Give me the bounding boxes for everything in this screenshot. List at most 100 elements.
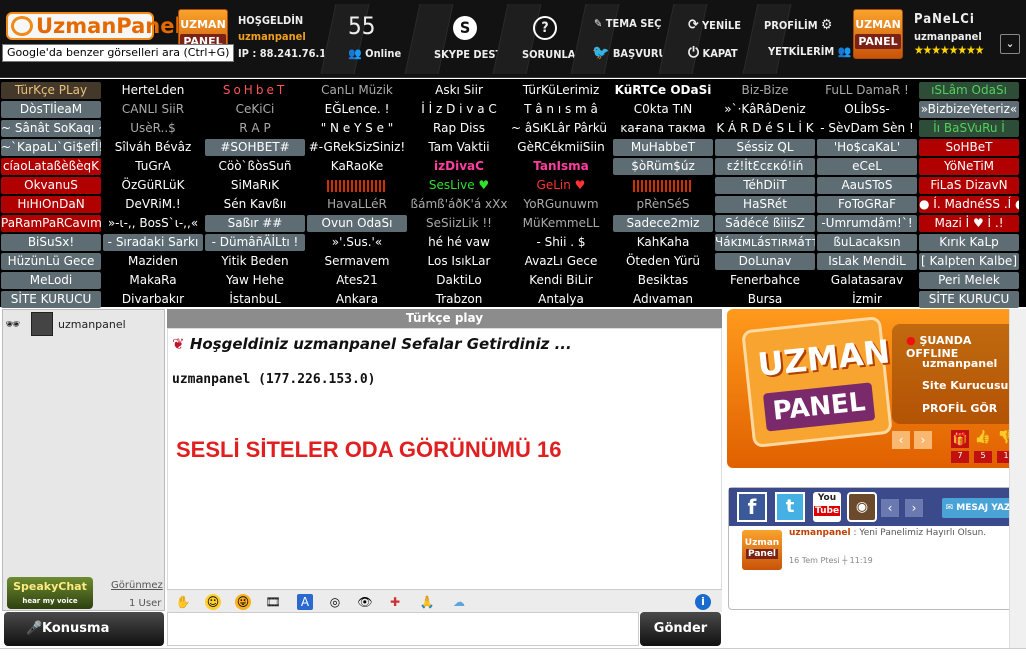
room-button[interactable]: MakaRa [103, 272, 203, 289]
room-button[interactable]: T â n ı s m â [511, 101, 611, 118]
room-button[interactable]: Sádécé ßiiisZ [715, 215, 815, 232]
room-button[interactable]: MuHabbeT [613, 139, 713, 156]
room-button[interactable]: Saßır ## [205, 215, 305, 232]
room-button[interactable]: SoHbeT [205, 82, 305, 99]
room-button[interactable]: CanLı Müzik [307, 82, 407, 99]
permissions-button[interactable]: YETKİLERİM 👥 [768, 45, 851, 58]
promo-user-link[interactable]: uzmanpanel [922, 357, 997, 370]
room-button[interactable]: TéhDiiT [715, 177, 815, 194]
next-arrow-icon[interactable]: › [914, 431, 932, 449]
room-button[interactable]: FiLaS DizavN [919, 177, 1019, 194]
gift-icon[interactable]: 🎁 [951, 430, 969, 448]
room-button[interactable]: »`·KâRâDeniz [715, 101, 815, 118]
room-button[interactable]: TürKüLerimiz [511, 82, 611, 99]
room-button[interactable]: »BizbizeYeteriz« [919, 101, 1019, 118]
room-button[interactable]: »-ι-,, BosS`ι-,,« [103, 215, 203, 232]
message-input[interactable] [167, 612, 639, 646]
room-button[interactable]: 'Ho$caKaL' [817, 139, 917, 156]
instagram-icon[interactable]: ◉ [847, 492, 877, 522]
twitter-icon[interactable]: t [775, 492, 805, 522]
room-button[interactable]: Maziden [103, 253, 203, 270]
room-button[interactable]: #-GRekSizSiniz! [307, 139, 407, 156]
room-button[interactable]: DòsTlİeaM [1, 101, 101, 118]
room-button[interactable]: BiSuSx! [1, 234, 101, 251]
room-button[interactable]: YoRGunuwm [511, 196, 611, 213]
room-button[interactable]: DaktiLo [409, 272, 509, 289]
room-button[interactable]: KahKaha [613, 234, 713, 251]
room-button[interactable]: UsèR..$ [103, 120, 203, 137]
scrollbar[interactable] [1009, 309, 1026, 649]
room-button[interactable]: Sermavem [307, 253, 407, 270]
youtube-icon[interactable]: You Tube [813, 492, 841, 522]
room-button[interactable]: SiMaRıK [205, 177, 305, 194]
room-button[interactable]: #SOHBET# [205, 139, 305, 156]
room-button[interactable]: SİTE KURUCU [1, 291, 101, 308]
room-button[interactable]: Peri Melek [919, 272, 1019, 289]
room-button[interactable]: Sén Kavßıı [205, 196, 305, 213]
room-button[interactable]: - Sıradaki Sarkı [103, 234, 203, 251]
room-button[interactable]: MeLodi [1, 272, 101, 289]
room-button[interactable]: Rap Diss [409, 120, 509, 137]
room-button[interactable]: Biz-Bize [715, 82, 815, 99]
room-button[interactable]: MüKemmeLL [511, 215, 611, 232]
room-button[interactable]: GèRCékmiiSiin [511, 139, 611, 156]
room-button[interactable]: Antalya [511, 291, 611, 308]
room-button[interactable]: $òRüm$úz [613, 158, 713, 175]
room-button[interactable]: SİTE KURUCU [919, 291, 1019, 308]
room-button[interactable]: Fenerbahce [715, 272, 815, 289]
room-button[interactable]: HerteLden [103, 82, 203, 99]
room-button[interactable]: GeLin ♥ [511, 177, 611, 194]
online-button[interactable]: 👥 Online [348, 47, 401, 60]
room-button[interactable]: SeSiizLik !! [409, 215, 509, 232]
room-button[interactable]: PaRamPaRCavım [1, 215, 101, 232]
room-button[interactable]: Kırık KaLp [919, 234, 1019, 251]
social-next-icon[interactable]: › [905, 499, 923, 517]
room-button[interactable]: [ Kalpten Kalbe] [919, 253, 1019, 270]
room-button[interactable]: Askı Siir [409, 82, 509, 99]
room-button[interactable]: SesLive ♥ [409, 177, 509, 194]
room-button[interactable]: ĸaғana тaĸмa [613, 120, 713, 137]
close-button[interactable]: ⏻ KAPAT [688, 45, 738, 61]
site-logo[interactable]: UzmanPanel [6, 10, 182, 42]
room-button[interactable]: C0kta TıN [613, 101, 713, 118]
room-button[interactable]: Yitik Beden [205, 253, 305, 270]
room-button[interactable]: ıSLâm OdaSı [919, 82, 1019, 99]
send-button[interactable]: Gönder [640, 612, 721, 646]
room-button[interactable]: CANLI SiiR [103, 101, 203, 118]
room-button[interactable]: TanIsma [511, 158, 611, 175]
room-button[interactable]: Kendi BiLir [511, 272, 611, 289]
room-button[interactable]: Ates21 [307, 272, 407, 289]
room-button[interactable]: İstanbuL [205, 291, 305, 308]
facebook-icon[interactable]: f [737, 492, 767, 522]
room-animated-banner[interactable] [307, 177, 407, 194]
chevron-down-icon[interactable]: ⌄ [1000, 34, 1020, 54]
room-button[interactable]: -Umrumdâm!`! [817, 215, 917, 232]
room-button[interactable]: HıHıOnDaN [1, 196, 101, 213]
room-button[interactable]: cíaoLataßèßèqK [1, 158, 101, 175]
room-button[interactable]: ÖzGüRLüK [103, 177, 203, 194]
apply-button[interactable]: 🐦 BAŞVURU [592, 45, 667, 61]
room-button[interactable]: FuLL DamaR ! [817, 82, 917, 99]
founder-link[interactable]: Site Kurucusu [922, 379, 1008, 392]
room-button[interactable]: DeVRiM.! [103, 196, 203, 213]
room-button[interactable]: HavaLLéR [307, 196, 407, 213]
room-button[interactable]: FoToGRaF [817, 196, 917, 213]
room-button[interactable]: IsLak MendiL [817, 253, 917, 270]
room-button[interactable]: Trabzon [409, 291, 509, 308]
social-prev-icon[interactable]: ‹ [881, 499, 899, 517]
film-icon[interactable]: 🎞 [265, 594, 281, 610]
font-icon[interactable]: A [297, 594, 313, 610]
room-button[interactable]: ßuLacaksın [817, 234, 917, 251]
gift-icon[interactable]: ✚ [387, 594, 403, 610]
room-button[interactable]: - DümâñÄİLtı ! [205, 234, 305, 251]
room-button[interactable]: Galatasarav [817, 272, 917, 289]
room-button[interactable]: K Á R D é S L İ K [715, 120, 815, 137]
room-button[interactable]: R A P [205, 120, 305, 137]
room-button[interactable]: ● Í. MadnéSS .Í ● [919, 196, 1019, 213]
room-button[interactable]: Séssiz QL [715, 139, 815, 156]
tongue-icon[interactable]: 😜 [235, 594, 251, 610]
room-button[interactable]: TuGrA [103, 158, 203, 175]
room-button[interactable]: İzmir [817, 291, 917, 308]
room-button[interactable]: »'.Sus.'« [307, 234, 407, 251]
room-button[interactable]: AvazLı Gece [511, 253, 611, 270]
